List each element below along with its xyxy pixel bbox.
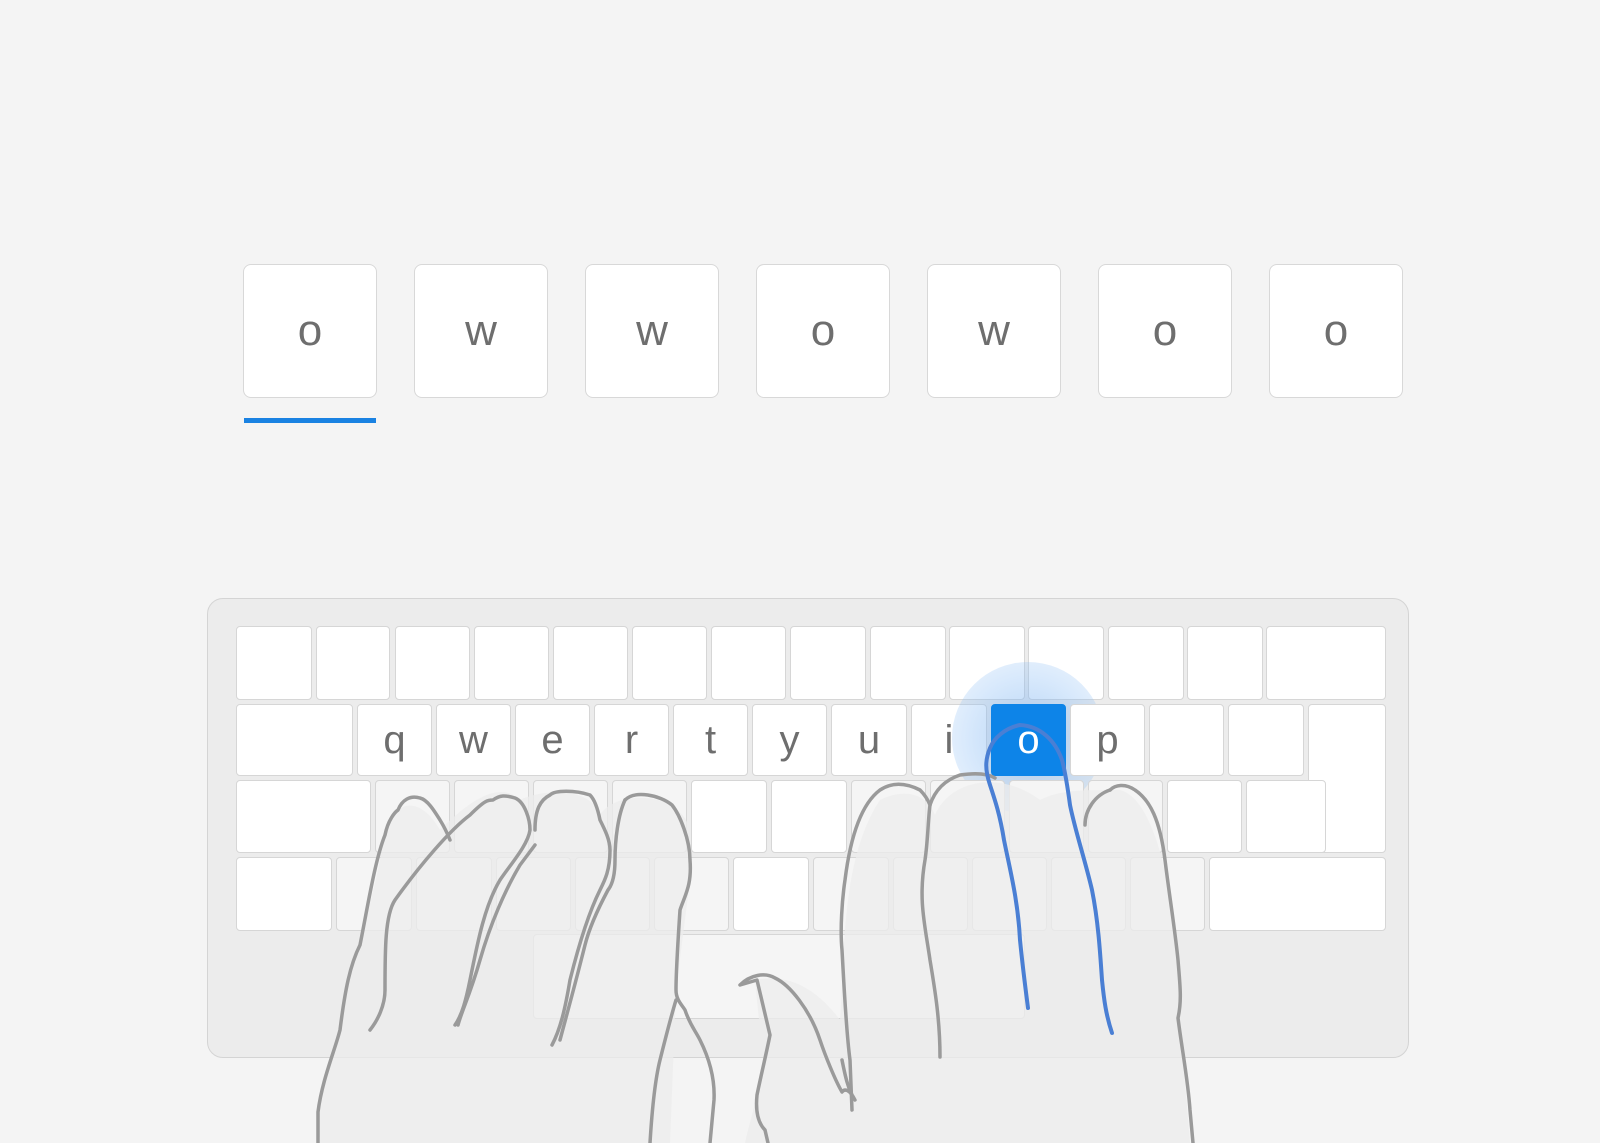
letter-card-5: w: [927, 264, 1061, 398]
key-n: [733, 857, 809, 931]
key-row1-2: [316, 626, 390, 700]
key-extra: [1130, 857, 1205, 931]
key-shift-left: [236, 857, 332, 931]
key-slash: [1051, 857, 1126, 931]
key-c: [496, 857, 571, 931]
letter-card-1: o: [243, 264, 377, 398]
key-p: p: [1070, 704, 1145, 776]
letter-card-4: o: [756, 264, 890, 398]
key-k: [930, 780, 1005, 853]
key-quote: [1167, 780, 1242, 853]
key-v: [575, 857, 650, 931]
key-l: [1009, 780, 1084, 853]
key-semicolon: [1088, 780, 1163, 853]
key-m: [813, 857, 889, 931]
key-shift-right: [1209, 857, 1386, 931]
letter-card-3: w: [585, 264, 719, 398]
key-j: [851, 780, 926, 853]
key-row1-4: [474, 626, 549, 700]
current-letter-indicator: [244, 418, 376, 423]
key-backslash: [1246, 780, 1326, 853]
key-row1-3: [395, 626, 470, 700]
key-y: y: [752, 704, 827, 776]
key-space: [533, 934, 1025, 1019]
key-g: [691, 780, 767, 853]
key-h: [771, 780, 847, 853]
key-row1-9: [870, 626, 946, 700]
key-row1-13: [1187, 626, 1263, 700]
key-b: [654, 857, 729, 931]
key-backspace: [1266, 626, 1386, 700]
key-row1-1: [236, 626, 312, 700]
key-bracket-left: [1149, 704, 1224, 776]
key-period: [972, 857, 1047, 931]
key-d: [533, 780, 608, 853]
key-r: r: [594, 704, 669, 776]
key-e: e: [515, 704, 590, 776]
key-z: [336, 857, 412, 931]
key-x: [416, 857, 492, 931]
key-tab: [236, 704, 353, 776]
letter-card-6: o: [1098, 264, 1232, 398]
key-u: u: [831, 704, 907, 776]
key-row1-7: [711, 626, 786, 700]
key-o-active: o: [991, 704, 1066, 776]
key-comma: [893, 857, 968, 931]
key-f: [612, 780, 687, 853]
key-row1-8: [790, 626, 866, 700]
key-caps: [236, 780, 371, 853]
target-word: o w w o w o o: [0, 0, 1600, 440]
letter-card-2: w: [414, 264, 548, 398]
key-row1-6: [632, 626, 707, 700]
key-row1-12: [1108, 626, 1184, 700]
key-t: t: [673, 704, 748, 776]
letter-card-7: o: [1269, 264, 1403, 398]
key-a: [375, 780, 450, 853]
key-q: q: [357, 704, 432, 776]
key-row1-5: [553, 626, 628, 700]
key-s: [454, 780, 529, 853]
key-bracket-right: [1228, 704, 1304, 776]
key-w: w: [436, 704, 511, 776]
